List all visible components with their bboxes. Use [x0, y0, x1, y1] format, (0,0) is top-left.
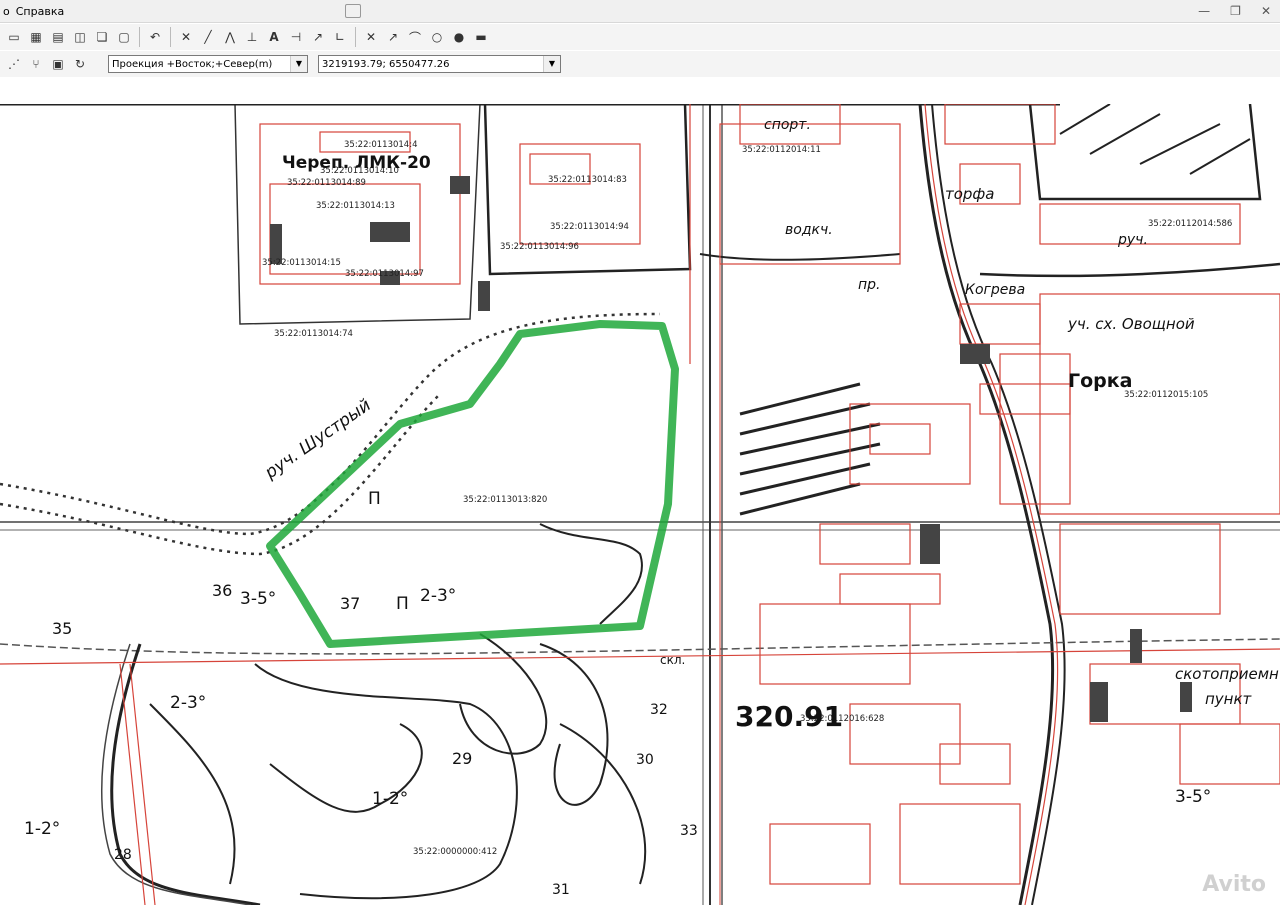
- place-label-torfa: торфа: [945, 185, 994, 203]
- paste-icon[interactable]: ▢: [114, 27, 134, 47]
- curve-icon[interactable]: ⌒: [405, 27, 425, 47]
- menu-bar: о Справка — ❐ ✕: [0, 0, 1280, 23]
- undo-icon[interactable]: ↶: [145, 27, 165, 47]
- watermark: Avito: [1202, 872, 1266, 897]
- close-icon[interactable]: ✕: [1258, 4, 1274, 18]
- polyline-icon[interactable]: ⋀: [220, 27, 240, 47]
- coordinates-value: 3219193.79; 6550477.26: [322, 59, 450, 70]
- corner-icon[interactable]: ∟: [330, 27, 350, 47]
- maximize-icon[interactable]: ❐: [1227, 4, 1244, 18]
- place-label-punkt: пункт: [1205, 690, 1253, 708]
- cadastral-parcels: [0, 104, 1280, 905]
- map-canvas[interactable]: 35:22:0113014:4 35:22:0113014:10 35:22:0…: [0, 104, 1280, 905]
- projection-select-value: Проекция +Восток;+Север(m): [112, 59, 273, 70]
- restore-icon[interactable]: [345, 4, 361, 18]
- cadastral-label: 35:22:0000000:412: [413, 847, 497, 857]
- cadastral-label: 35:22:0113014:94: [550, 222, 629, 232]
- grid-icon[interactable]: ▤: [48, 27, 68, 47]
- cadastral-label: 35:22:0112014:586: [1148, 219, 1232, 229]
- cadastral-label: 35:22:0113014:15: [262, 258, 341, 268]
- toolbar-projection: ⋰ ⑂ ▣ ↻ Проекция +Восток;+Север(m) ▼ 321…: [0, 51, 1280, 77]
- place-label-plot: уч. сх. Овощной: [1067, 315, 1195, 333]
- sheet-number: 31: [552, 882, 570, 898]
- chevron-down-icon: ▼: [543, 56, 560, 72]
- filled-circle-icon[interactable]: ●: [449, 27, 469, 47]
- cadastral-label: 35:22:0113014:96: [500, 242, 579, 252]
- cadastral-label: 35:22:0113014:13: [316, 201, 395, 211]
- bar-icon[interactable]: ▬: [471, 27, 491, 47]
- place-label-stream: руч. Шустрый: [261, 395, 375, 483]
- line-arrow-icon[interactable]: ↗: [383, 27, 403, 47]
- place-label-sklad: скл.: [660, 653, 685, 667]
- place-label-gorka: Горка: [1068, 370, 1132, 392]
- cadastral-label: 35:22:0113014:74: [274, 329, 353, 339]
- slope-label: 3-5°: [240, 589, 276, 609]
- line-cross-icon[interactable]: ✕: [176, 27, 196, 47]
- land-label-p: П: [368, 489, 381, 509]
- toolbar-tools: ▭ ▦ ▤ ◫ ❏ ▢ ↶ ✕ ╱ ⋀ ⊥ A ⊣ ↗ ∟ ✕ ↗ ⌒ ○ ● …: [0, 24, 1280, 50]
- coordinates-field[interactable]: 3219193.79; 6550477.26 ▼: [318, 55, 561, 73]
- sheet-number: 37: [340, 594, 360, 613]
- tree-icon[interactable]: ▣: [48, 54, 68, 74]
- chevron-down-icon: ▼: [290, 56, 307, 72]
- cadastral-label: 35:22:0113014:83: [548, 175, 627, 185]
- sheet-number: 32: [650, 702, 668, 718]
- cadastral-label: 35:22:0113014:4: [344, 140, 418, 150]
- cadastral-label: 35:22:0112014:11: [742, 145, 821, 155]
- cadastral-label: 35:22:0113014:97: [345, 269, 424, 279]
- highlighted-parcel[interactable]: [266, 320, 679, 648]
- cadastral-label: 35:22:0113013:820: [463, 495, 547, 505]
- refresh-icon[interactable]: ↻: [70, 54, 90, 74]
- line-icon[interactable]: ╱: [198, 27, 218, 47]
- copy-icon[interactable]: ❏: [92, 27, 112, 47]
- sheet-number: 30: [636, 752, 654, 768]
- sheet-number: 36: [212, 581, 232, 600]
- slope-label: 1-2°: [372, 789, 408, 809]
- menu-file[interactable]: о: [0, 5, 13, 18]
- slope-label: 2-3°: [420, 586, 456, 606]
- sheet-number: 28: [114, 847, 132, 863]
- place-label-cattle: скотоприемн: [1175, 665, 1279, 683]
- place-label-vodokach: водкч.: [785, 222, 833, 238]
- projection-select[interactable]: Проекция +Восток;+Север(m) ▼: [108, 55, 308, 73]
- layers-icon[interactable]: ▦: [26, 27, 46, 47]
- sheet-number: 29: [452, 749, 472, 768]
- minimize-icon[interactable]: —: [1195, 4, 1213, 18]
- map-layer-icon[interactable]: ◫: [70, 27, 90, 47]
- place-label-pr: пр.: [858, 277, 881, 293]
- cadastral-map[interactable]: 35:22:0113014:4 35:22:0113014:10 35:22:0…: [0, 104, 1280, 905]
- place-label-kogreva: Когрева: [965, 282, 1025, 298]
- select-tool-icon[interactable]: ▭: [4, 27, 24, 47]
- slope-label: 3-5°: [1175, 787, 1211, 807]
- place-label-sport: спорт.: [764, 117, 811, 133]
- text-tool-icon[interactable]: A: [264, 27, 284, 47]
- menu-help[interactable]: Справка: [13, 5, 67, 18]
- point-line-icon[interactable]: ⊣: [286, 27, 306, 47]
- window-controls: — ❐ ✕: [1195, 0, 1274, 22]
- cadastral-label: 35:22:0113014:89: [287, 178, 366, 188]
- arrow-tool-icon[interactable]: ↗: [308, 27, 328, 47]
- branch-icon[interactable]: ⑂: [26, 54, 46, 74]
- circle-icon[interactable]: ○: [427, 27, 447, 47]
- slope-label: 1-2°: [24, 819, 60, 839]
- sheet-number: 33: [680, 823, 698, 839]
- cadastral-label: 35:22:0112015:105: [1124, 390, 1208, 400]
- angle-icon[interactable]: ⊥: [242, 27, 262, 47]
- sheet-number: 35: [52, 619, 72, 638]
- place-label-cherep: Череп. ЛМК-20: [282, 153, 431, 173]
- slope-label: 2-3°: [170, 693, 206, 713]
- place-label-stream2: руч.: [1117, 232, 1148, 248]
- sheet-big-number: 320.91: [735, 700, 843, 733]
- node-edit-icon[interactable]: ⋰: [4, 54, 24, 74]
- land-label-p: П: [396, 594, 409, 614]
- cross-icon[interactable]: ✕: [361, 27, 381, 47]
